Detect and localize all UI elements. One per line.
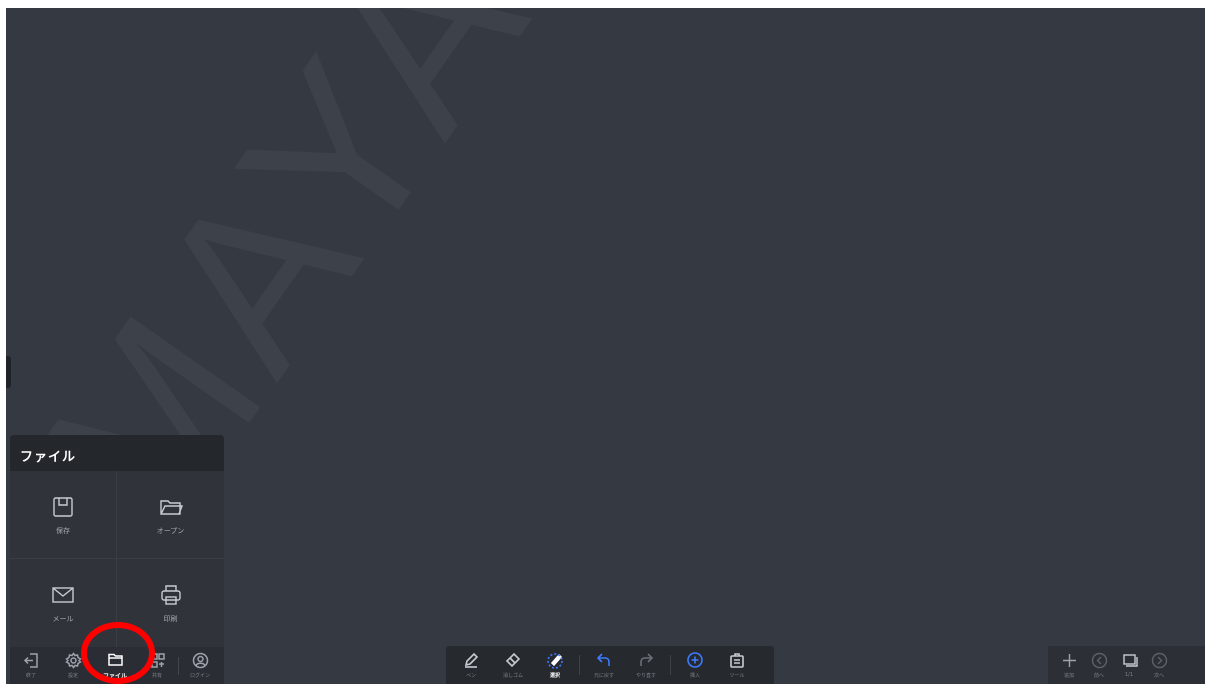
page-toolbar: 追加 前へ 1/1 次へ (1048, 646, 1205, 684)
save-icon (53, 496, 73, 517)
prev-page-icon (1091, 652, 1107, 668)
insert-button[interactable]: 挿入 (674, 646, 716, 684)
share-button[interactable]: 共有 (136, 647, 178, 684)
insert-icon (687, 652, 703, 668)
file-panel: ファイル 保存 オープン メール 印刷 (10, 435, 224, 647)
settings-label: 設定 (67, 673, 78, 679)
toolbar-divider (579, 655, 580, 675)
settings-button[interactable]: 設定 (52, 647, 94, 684)
open-button[interactable]: オープン (117, 471, 224, 559)
tools-label: ツール (729, 673, 745, 679)
toolbox-icon (730, 653, 744, 668)
file-panel-grid: 保存 オープン メール 印刷 (10, 471, 224, 647)
login-button[interactable]: ログイン (179, 647, 221, 684)
next-page-button[interactable]: 次へ (1144, 646, 1174, 684)
folder-icon (107, 653, 123, 666)
gear-icon (64, 652, 82, 669)
toolbar-divider (670, 655, 671, 675)
exit-button[interactable]: 終了 (10, 647, 52, 684)
undo-button[interactable]: 元に戻す (583, 646, 625, 684)
add-page-icon (1062, 653, 1076, 667)
mail-label: メール (52, 615, 74, 623)
print-button[interactable]: 印刷 (117, 559, 224, 647)
print-label: 印刷 (163, 615, 178, 623)
main-toolbar: 終了 設定 ファイル 共有 ログイン (10, 647, 224, 684)
eraser-icon (505, 652, 521, 668)
file-label: ファイル (102, 673, 127, 680)
mail-button[interactable]: メール (10, 559, 117, 647)
undo-label: 元に戻す (593, 673, 614, 679)
next-page-label: 次へ (1153, 672, 1164, 679)
print-icon (160, 585, 181, 605)
select-icon (547, 653, 563, 669)
drawing-toolbar: ペン 消しゴム 選択 元に戻す やり直す 挿入 ツール (446, 646, 774, 684)
redo-button[interactable]: やり直す (625, 646, 667, 684)
folder-open-icon (159, 499, 183, 515)
select-label: 選択 (549, 673, 560, 679)
page-indicator: 1/1 (1124, 672, 1134, 678)
pages-button[interactable]: 1/1 (1114, 646, 1144, 684)
select-button[interactable]: 選択 (534, 646, 576, 684)
mail-icon (52, 587, 74, 603)
login-label: ログイン (189, 673, 210, 679)
file-button[interactable]: ファイル (94, 647, 136, 684)
pen-label: ペン (465, 673, 476, 679)
save-button[interactable]: 保存 (10, 471, 117, 559)
pages-icon (1122, 654, 1138, 667)
prev-page-button[interactable]: 前へ (1084, 646, 1114, 684)
prev-page-label: 前へ (1093, 672, 1104, 679)
redo-label: やり直す (635, 673, 656, 679)
add-page-label: 追加 (1063, 672, 1074, 679)
tools-button[interactable]: ツール (716, 646, 758, 684)
pen-icon (464, 652, 479, 668)
share-icon (150, 653, 165, 668)
add-page-button[interactable]: 追加 (1054, 646, 1084, 684)
whiteboard-canvas[interactable]: MAYA S ファイル 保存 オープン (6, 8, 1205, 684)
save-label: 保存 (56, 526, 70, 535)
share-label: 共有 (151, 673, 162, 679)
eraser-button[interactable]: 消しゴム (492, 646, 534, 684)
eraser-label: 消しゴム (502, 673, 523, 679)
file-panel-title: ファイル (10, 435, 224, 471)
open-label: オープン (156, 526, 185, 535)
insert-label: 挿入 (689, 673, 700, 679)
user-icon (192, 652, 208, 669)
exit-label: 終了 (25, 673, 36, 679)
side-panel-handle[interactable] (6, 356, 11, 388)
redo-icon (640, 653, 654, 666)
exit-icon (23, 653, 38, 668)
next-page-icon (1151, 652, 1167, 668)
pen-button[interactable]: ペン (450, 646, 492, 684)
undo-icon (596, 653, 610, 666)
